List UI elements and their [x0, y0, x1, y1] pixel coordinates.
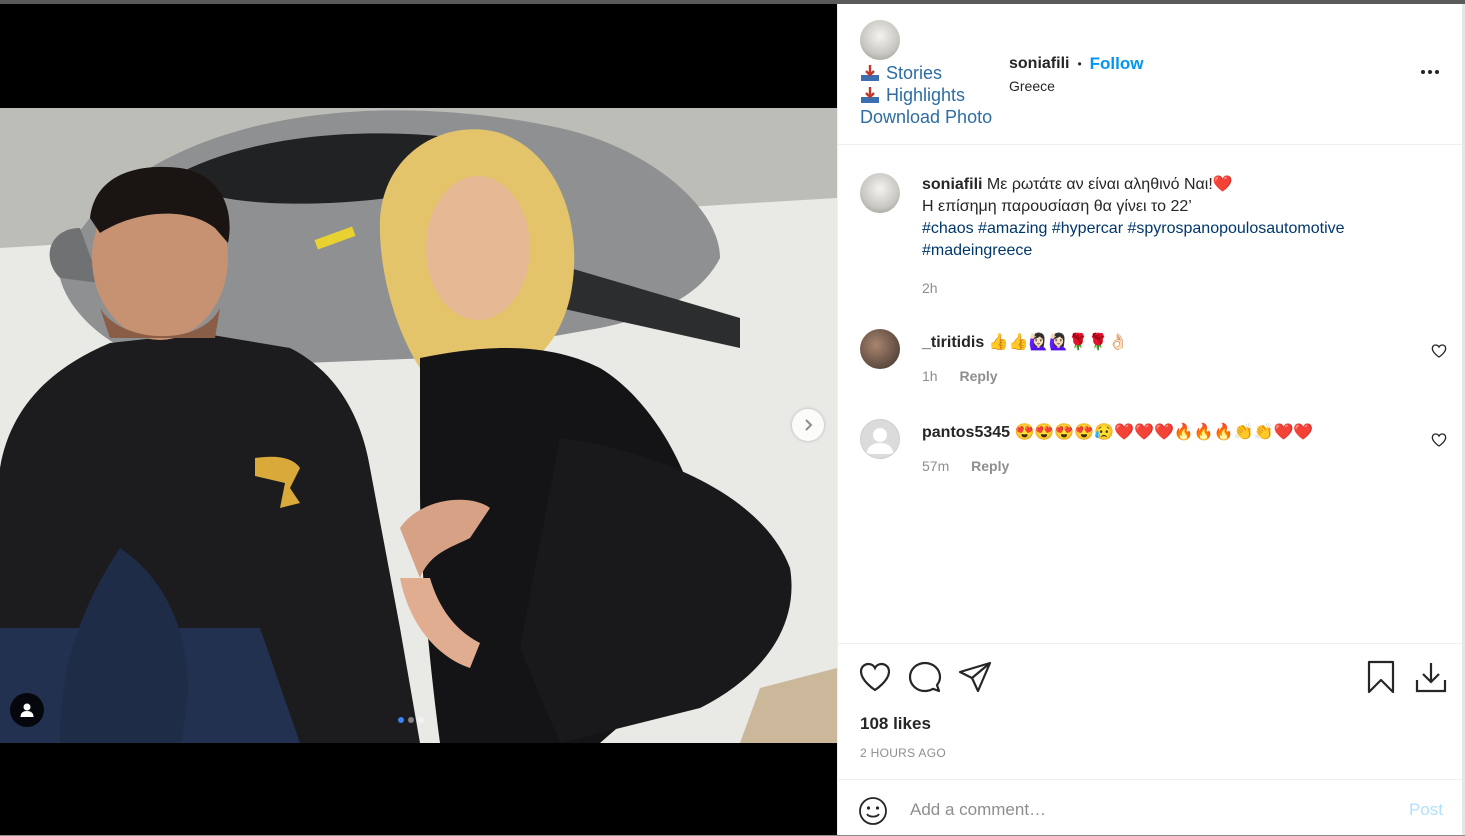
commenter-avatar[interactable] [860, 419, 900, 459]
comments-section: soniafili Με ρωτάτε αν είναι αληθινό Ναι… [838, 145, 1463, 642]
caption-username[interactable]: soniafili [922, 176, 982, 193]
hashtag-link[interactable]: #hypercar [1052, 220, 1123, 237]
stories-link[interactable]: Stories [860, 62, 992, 84]
carousel-dot [398, 717, 404, 723]
more-options-button[interactable] [1415, 60, 1445, 84]
more-dot-icon [1435, 70, 1439, 74]
caption-line-1: Με ρωτάτε αν είναι αληθινό Ναι!❤️ [986, 176, 1233, 193]
author-line: soniafili • Follow [1009, 54, 1143, 74]
reply-button[interactable]: Reply [971, 458, 1009, 474]
likes-count[interactable]: 108 likes [860, 714, 931, 734]
caption-avatar[interactable] [860, 173, 900, 213]
emoji-icon[interactable] [858, 796, 888, 826]
add-comment-bar: Post [838, 779, 1463, 836]
comment-input[interactable] [908, 794, 1382, 826]
post-media [0, 4, 837, 835]
separator-dot: • [1077, 57, 1082, 71]
carousel-indicator [398, 717, 424, 723]
heart-icon[interactable] [858, 660, 892, 694]
post-timestamp[interactable]: 2 HOURS AGO [860, 746, 946, 760]
caption-line-2: Η επίσημη παρουσίαση θα γίνει το 22’ [922, 198, 1192, 215]
post-header: Stories Highlights Download Photo soniaf… [838, 4, 1463, 145]
carousel-next-button[interactable] [792, 409, 824, 441]
carousel-dot [418, 717, 424, 723]
hashtag-link[interactable]: #amazing [978, 220, 1047, 237]
carousel-dot [408, 717, 414, 723]
download-icon[interactable] [1414, 660, 1448, 694]
commenter-avatar[interactable] [860, 329, 900, 369]
comment-username[interactable]: _tiritidis [922, 334, 984, 351]
bookmark-icon[interactable] [1364, 660, 1398, 694]
download-photo-link[interactable]: Download Photo [860, 106, 992, 128]
post-photo[interactable] [0, 108, 837, 743]
hashtag-link[interactable]: #chaos [922, 220, 974, 237]
post-panel: Stories Highlights Download Photo soniaf… [837, 4, 1463, 835]
photo-illustration [0, 108, 837, 743]
user-icon [20, 703, 34, 717]
comment-timestamp[interactable]: 57m [922, 458, 949, 474]
extension-links: Stories Highlights Download Photo [860, 62, 992, 128]
caption-timestamp[interactable]: 2h [922, 280, 1442, 296]
default-avatar-icon [866, 428, 894, 454]
more-dot-icon [1428, 70, 1432, 74]
comment-icon[interactable] [908, 660, 942, 694]
post-actions: 108 likes 2 HOURS AGO [838, 643, 1463, 780]
follow-button[interactable]: Follow [1090, 54, 1144, 74]
post-comment-button[interactable]: Post [1409, 800, 1443, 820]
comment-text: 👍👍🙋🏻‍♀️🙋🏻‍♀️🌹🌹👌🏻 [988, 334, 1129, 351]
caption: soniafili Με ρωτάτε αν είναι αληθινό Ναι… [922, 174, 1442, 296]
author-avatar[interactable] [860, 20, 900, 60]
hashtag-link[interactable]: #madeingreece [922, 242, 1032, 259]
author-username[interactable]: soniafili [1009, 55, 1069, 73]
tagged-users-button[interactable] [10, 693, 44, 727]
download-icon [861, 87, 879, 103]
like-comment-icon[interactable] [1431, 343, 1447, 359]
hashtags: #chaos #amazing #hypercar #spyrospanopou… [922, 218, 1442, 262]
highlights-link[interactable]: Highlights [860, 84, 992, 106]
comment-timestamp[interactable]: 1h [922, 368, 938, 384]
hashtag-link[interactable]: #spyrospanopoulosautomotive [1127, 220, 1344, 237]
download-icon [861, 65, 879, 81]
like-comment-icon[interactable] [1431, 432, 1447, 448]
chevron-right-icon [805, 419, 813, 431]
comment-username[interactable]: pantos5345 [922, 424, 1010, 441]
share-icon[interactable] [958, 660, 992, 694]
more-dot-icon [1421, 70, 1425, 74]
post-location[interactable]: Greece [1009, 78, 1055, 94]
comment-text: 😍😍😍😍😥❤️❤️❤️🔥🔥🔥👏👏❤️❤️ [1014, 424, 1314, 441]
reply-button[interactable]: Reply [959, 368, 997, 384]
